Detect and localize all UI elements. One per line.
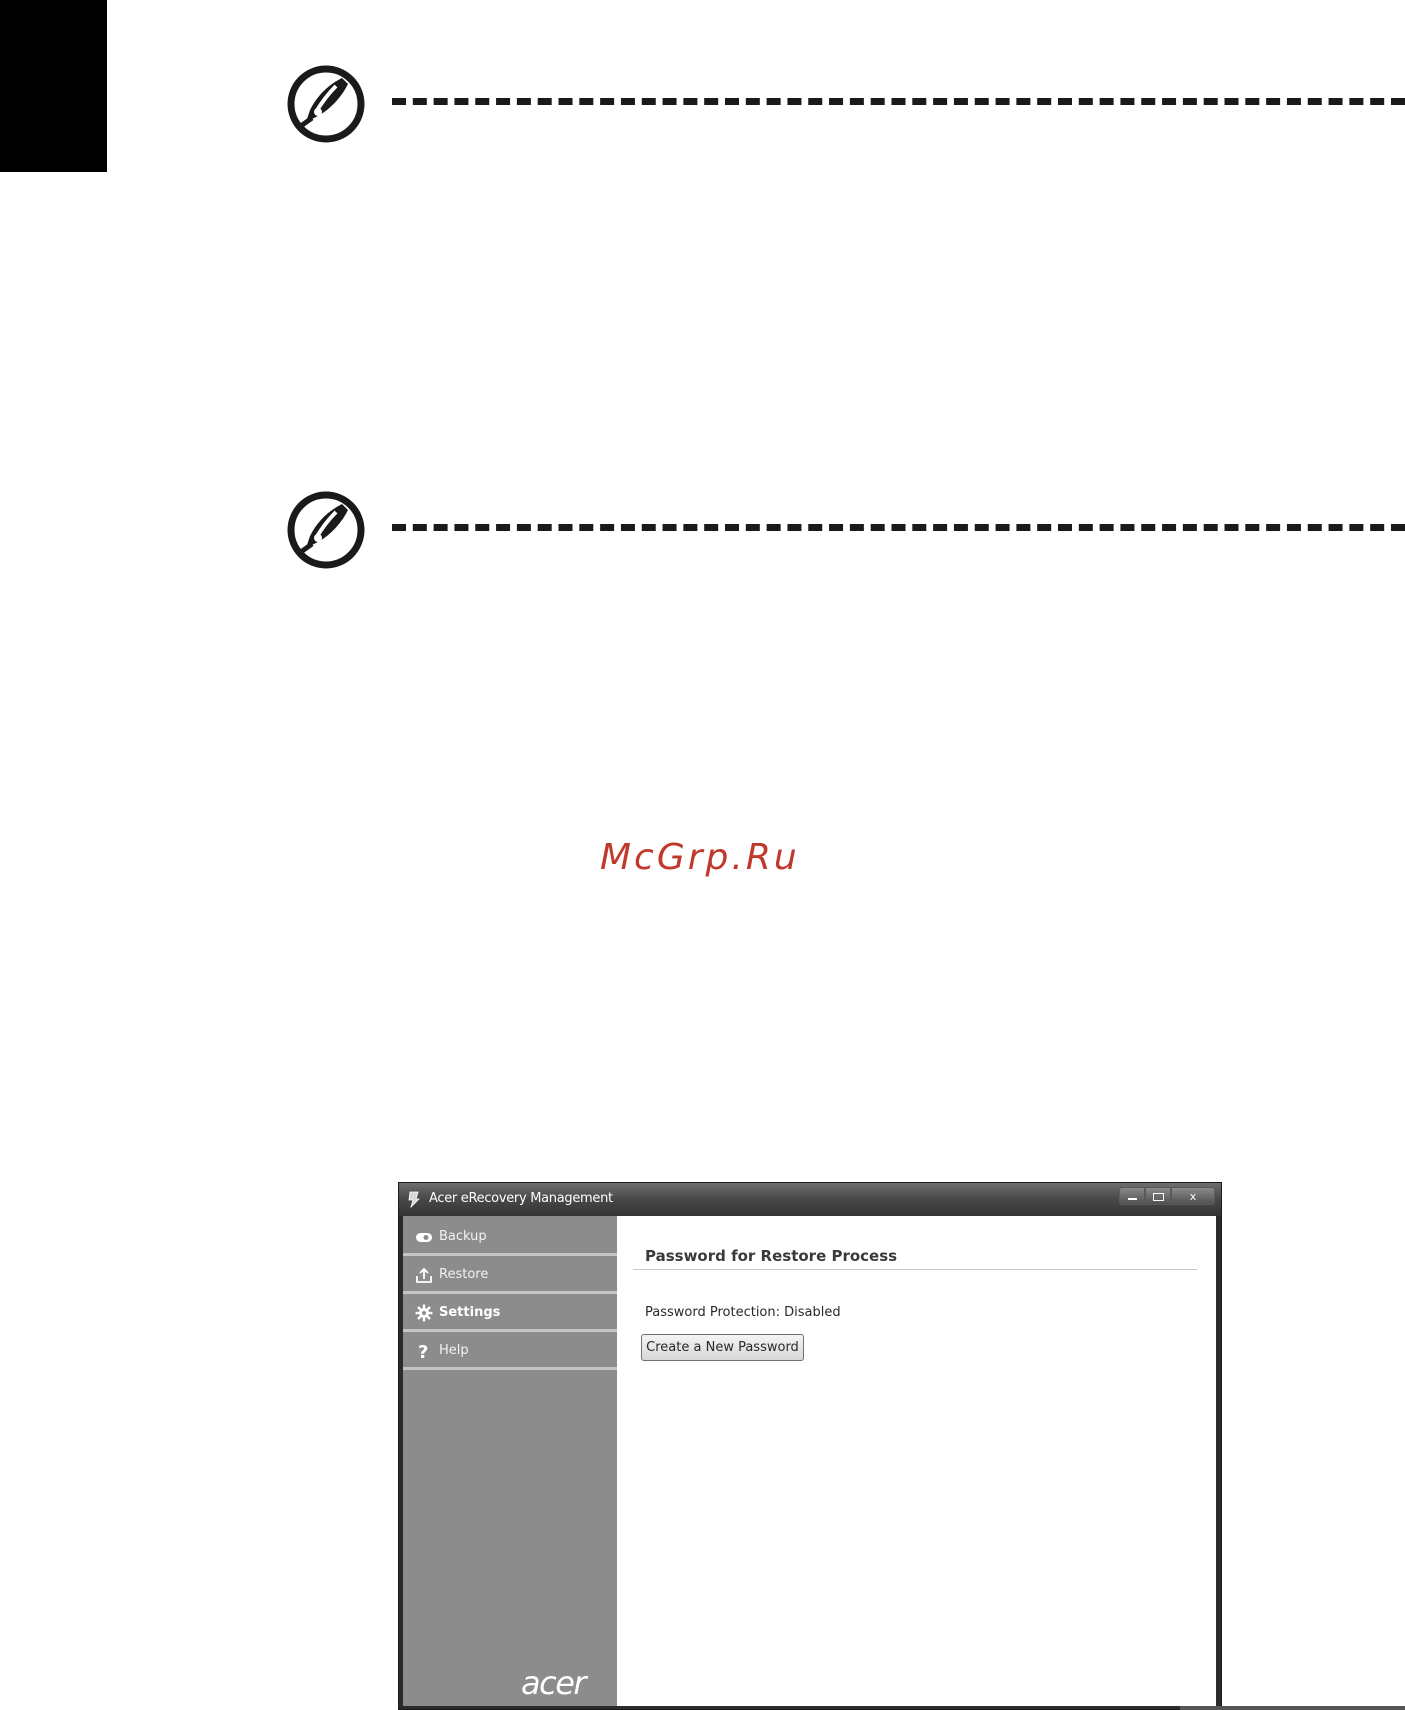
sidebar-item-restore[interactable]: Restore bbox=[403, 1258, 617, 1294]
app-icon bbox=[408, 1191, 420, 1208]
password-status: Password Protection: Disabled bbox=[645, 1305, 841, 1320]
note-separator bbox=[286, 490, 1405, 570]
window-controls: x bbox=[1119, 1187, 1215, 1207]
note-separator bbox=[286, 64, 1405, 144]
note-pen-icon bbox=[287, 491, 365, 569]
sidebar-item-label: Help bbox=[439, 1343, 469, 1358]
watermark-text: McGrp.Ru bbox=[600, 837, 800, 878]
sidebar-item-backup[interactable]: Backup bbox=[403, 1220, 617, 1256]
content-panel: Password for Restore Process Password Pr… bbox=[617, 1216, 1216, 1706]
maximize-button[interactable] bbox=[1145, 1187, 1171, 1205]
sidebar: Backup Restore Settings ? Help acer bbox=[403, 1216, 617, 1706]
create-password-button[interactable]: Create a New Password bbox=[641, 1334, 804, 1361]
sidebar-item-label: Restore bbox=[439, 1267, 489, 1282]
watermark: McGrp.Ru bbox=[600, 837, 800, 878]
close-button[interactable]: x bbox=[1171, 1187, 1215, 1205]
maximize-icon bbox=[1152, 1193, 1164, 1201]
sidebar-item-label: Backup bbox=[439, 1229, 487, 1244]
svg-text:?: ? bbox=[418, 1342, 428, 1360]
restore-icon bbox=[416, 1267, 432, 1283]
page-title: Password for Restore Process bbox=[645, 1247, 898, 1265]
minimize-button[interactable] bbox=[1119, 1187, 1145, 1205]
acer-logo: acer bbox=[521, 1664, 587, 1702]
section-tab-marker bbox=[0, 0, 107, 172]
sidebar-item-settings[interactable]: Settings bbox=[403, 1296, 617, 1332]
heading-divider bbox=[633, 1269, 1197, 1270]
page-bottom-rule bbox=[1180, 1706, 1405, 1710]
app-window: Acer eRecovery Management x Backup Resto… bbox=[398, 1182, 1222, 1710]
window-title: Acer eRecovery Management bbox=[429, 1191, 613, 1206]
sidebar-item-label: Settings bbox=[439, 1305, 501, 1320]
gear-icon bbox=[415, 1304, 433, 1322]
backup-icon bbox=[416, 1233, 432, 1242]
minimize-icon bbox=[1127, 1198, 1137, 1200]
help-icon: ? bbox=[418, 1342, 428, 1360]
title-bar[interactable]: Acer eRecovery Management x bbox=[399, 1183, 1221, 1216]
sidebar-item-help[interactable]: ? Help bbox=[403, 1334, 617, 1370]
note-pen-icon bbox=[287, 65, 365, 143]
dashed-rule bbox=[392, 98, 1405, 105]
dashed-rule bbox=[392, 524, 1405, 531]
